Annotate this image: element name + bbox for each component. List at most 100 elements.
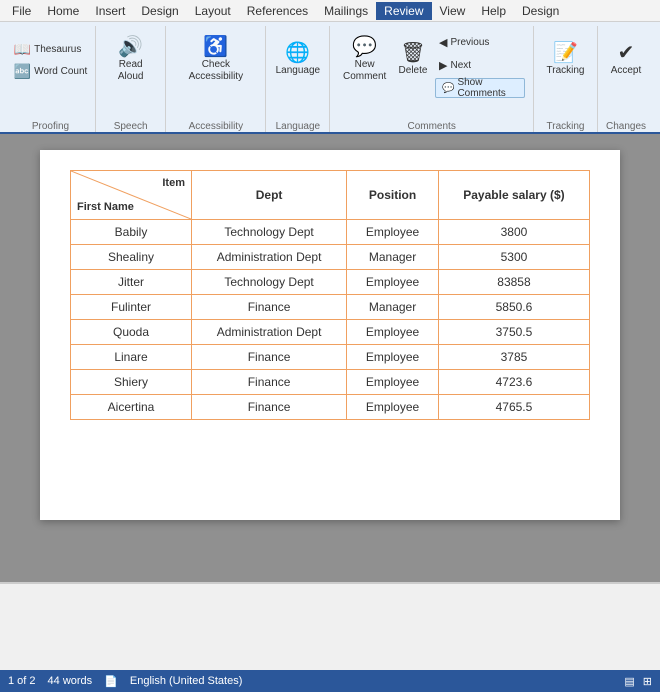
previous-icon: ◀ bbox=[439, 36, 447, 49]
cell-name: Linare bbox=[71, 345, 192, 370]
status-bar-right: ▤ ⊞ bbox=[624, 675, 652, 688]
next-icon: ▶ bbox=[439, 59, 447, 72]
cell-dept: Finance bbox=[192, 295, 347, 320]
accessibility-group: ♿ Check Accessibility Accessibility bbox=[166, 26, 266, 132]
language-group: 🌐 Language Language bbox=[266, 26, 330, 132]
layout-icon[interactable]: ▤ bbox=[624, 675, 634, 688]
table-row: ShealinyAdministration DeptManager5300 bbox=[71, 245, 590, 270]
cell-position: Manager bbox=[347, 245, 439, 270]
tracking-group: 📝 Tracking Tracking bbox=[534, 26, 598, 132]
cell-salary: 83858 bbox=[438, 270, 589, 295]
accept-button[interactable]: ✔ Accept bbox=[607, 28, 646, 92]
cell-dept: Technology Dept bbox=[192, 270, 347, 295]
new-comment-icon: 💬 bbox=[352, 37, 377, 57]
header-salary: Payable salary ($) bbox=[438, 171, 589, 220]
cell-dept: Administration Dept bbox=[192, 320, 347, 345]
diagonal-header: Item First Name bbox=[71, 171, 191, 219]
cell-salary: 5850.6 bbox=[438, 295, 589, 320]
language-label: Language bbox=[274, 119, 321, 132]
next-button[interactable]: ▶ Next bbox=[435, 55, 525, 75]
header-item-firstname: Item First Name bbox=[71, 171, 192, 220]
word-count-button[interactable]: 🔤 Word Count bbox=[10, 61, 92, 81]
cell-name: Shealiny bbox=[71, 245, 192, 270]
table-row: ShieryFinanceEmployee4723.6 bbox=[71, 370, 590, 395]
accessibility-label: Accessibility bbox=[174, 119, 257, 132]
show-comments-button[interactable]: 💬 Show Comments bbox=[435, 78, 525, 98]
tracking-label: Tracking bbox=[542, 119, 589, 132]
changes-label: Changes bbox=[606, 119, 646, 132]
cell-name: Quoda bbox=[71, 320, 192, 345]
read-aloud-icon: 🔊 bbox=[118, 37, 143, 57]
data-table: Item First Name Dept Position Payable sa… bbox=[70, 170, 590, 420]
thesaurus-icon: 📖 bbox=[14, 41, 31, 58]
table-row: JitterTechnology DeptEmployee83858 bbox=[71, 270, 590, 295]
menu-layout[interactable]: Layout bbox=[187, 2, 239, 20]
cell-salary: 3785 bbox=[438, 345, 589, 370]
cell-name: Fulinter bbox=[71, 295, 192, 320]
table-row: BabilyTechnology DeptEmployee3800 bbox=[71, 220, 590, 245]
check-accessibility-button[interactable]: ♿ Check Accessibility bbox=[174, 28, 257, 92]
menu-references[interactable]: References bbox=[239, 2, 316, 20]
cell-salary: 4723.6 bbox=[438, 370, 589, 395]
accessibility-group-content: ♿ Check Accessibility bbox=[174, 28, 257, 119]
new-comment-button[interactable]: 💬 New Comment bbox=[338, 28, 391, 92]
word-count-icon: 🔤 bbox=[14, 63, 31, 80]
table-row: FulinterFinanceManager5850.6 bbox=[71, 295, 590, 320]
proofing-group: 📖 Thesaurus 🔤 Word Count Proofing bbox=[6, 26, 96, 132]
document-icon: 📄 bbox=[104, 675, 118, 688]
menu-file[interactable]: File bbox=[4, 2, 39, 20]
speech-group-content: 🔊 Read Aloud bbox=[104, 28, 157, 119]
cell-dept: Technology Dept bbox=[192, 220, 347, 245]
previous-button[interactable]: ◀ Previous bbox=[435, 32, 525, 52]
delete-comment-button[interactable]: 🗑 Delete bbox=[395, 28, 431, 92]
menu-bar: File Home Insert Design Layout Reference… bbox=[0, 0, 660, 22]
cell-dept: Finance bbox=[192, 395, 347, 420]
cell-dept: Finance bbox=[192, 370, 347, 395]
language-button[interactable]: 🌐 Language bbox=[272, 28, 325, 92]
language-status: English (United States) bbox=[130, 675, 243, 687]
cell-position: Employee bbox=[347, 220, 439, 245]
language-group-content: 🌐 Language bbox=[272, 28, 325, 119]
table-row: LinareFinanceEmployee3785 bbox=[71, 345, 590, 370]
document-page[interactable]: Item First Name Dept Position Payable sa… bbox=[40, 150, 620, 520]
proofing-group-content: 📖 Thesaurus 🔤 Word Count bbox=[10, 28, 92, 119]
accessibility-icon: ♿ bbox=[203, 37, 228, 57]
speech-group: 🔊 Read Aloud Speech bbox=[96, 26, 166, 132]
cell-salary: 4765.5 bbox=[438, 395, 589, 420]
table-row: QuodaAdministration DeptEmployee3750.5 bbox=[71, 320, 590, 345]
cell-position: Employee bbox=[347, 395, 439, 420]
cell-name: Jitter bbox=[71, 270, 192, 295]
cell-salary: 3750.5 bbox=[438, 320, 589, 345]
view-icon[interactable]: ⊞ bbox=[643, 675, 652, 688]
read-aloud-button[interactable]: 🔊 Read Aloud bbox=[104, 28, 157, 92]
thesaurus-button[interactable]: 📖 Thesaurus bbox=[10, 39, 92, 59]
document-area: Item First Name Dept Position Payable sa… bbox=[0, 134, 660, 582]
changes-group: ✔ Accept Changes bbox=[598, 26, 654, 132]
cell-salary: 5300 bbox=[438, 245, 589, 270]
menu-design[interactable]: Design bbox=[133, 2, 186, 20]
menu-insert[interactable]: Insert bbox=[87, 2, 133, 20]
menu-view[interactable]: View bbox=[432, 2, 474, 20]
page-indicator: 1 of 2 bbox=[8, 675, 36, 687]
show-comments-icon: 💬 bbox=[442, 83, 454, 94]
comments-group: 💬 New Comment 🗑 Delete ◀ Previous ▶ bbox=[330, 26, 534, 132]
cell-name: Babily bbox=[71, 220, 192, 245]
table-row: AicertinaFinanceEmployee4765.5 bbox=[71, 395, 590, 420]
tracking-icon: 📝 bbox=[553, 43, 578, 63]
cell-name: Aicertina bbox=[71, 395, 192, 420]
menu-help[interactable]: Help bbox=[473, 2, 514, 20]
menu-design2[interactable]: Design bbox=[514, 2, 567, 20]
cell-position: Employee bbox=[347, 320, 439, 345]
accept-icon: ✔ bbox=[618, 43, 635, 63]
cell-position: Employee bbox=[347, 370, 439, 395]
menu-home[interactable]: Home bbox=[39, 2, 87, 20]
status-bar: 1 of 2 44 words 📄 English (United States… bbox=[0, 670, 660, 692]
header-position: Position bbox=[347, 171, 439, 220]
menu-mailings[interactable]: Mailings bbox=[316, 2, 376, 20]
comments-group-content: 💬 New Comment 🗑 Delete ◀ Previous ▶ bbox=[338, 28, 525, 119]
ribbon-content: 📖 Thesaurus 🔤 Word Count Proofing 🔊 Read… bbox=[0, 22, 660, 132]
tracking-button[interactable]: 📝 Tracking bbox=[543, 28, 589, 92]
cell-dept: Finance bbox=[192, 345, 347, 370]
menu-review[interactable]: Review bbox=[376, 2, 431, 20]
cell-name: Shiery bbox=[71, 370, 192, 395]
